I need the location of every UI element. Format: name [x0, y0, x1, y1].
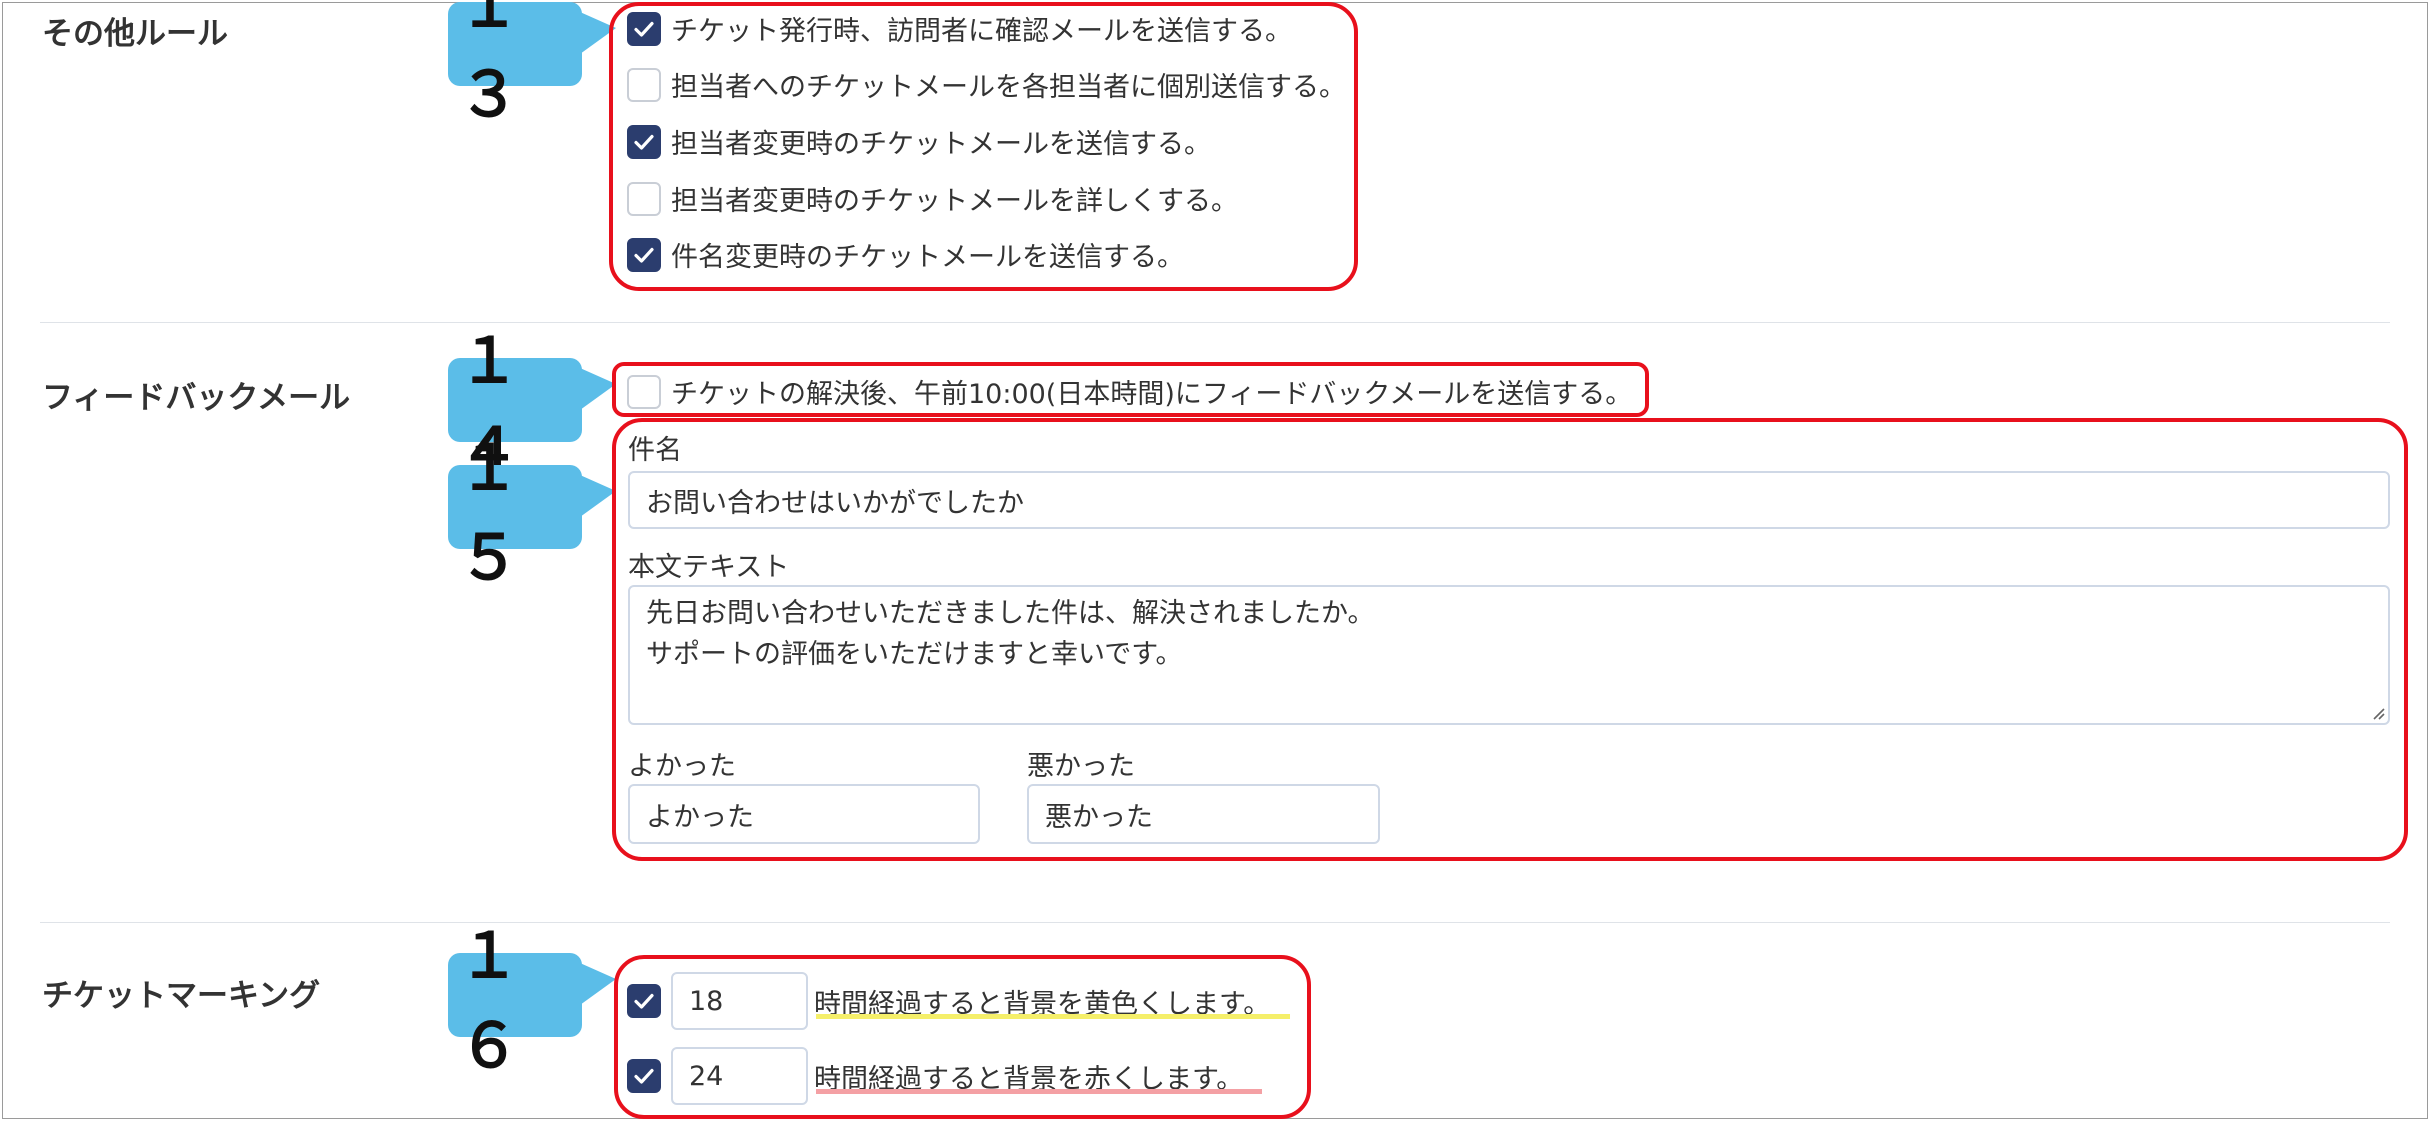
- hours-value: 24: [689, 1060, 724, 1092]
- callout-badge-16: １６: [448, 919, 616, 1082]
- callout-tail: [580, 475, 616, 517]
- checkbox-checked[interactable]: [627, 237, 661, 272]
- check-icon: [634, 21, 654, 37]
- option-subject-change-mail[interactable]: 件名変更時のチケットメールを送信する。: [627, 235, 1184, 274]
- hours-input[interactable]: 24: [671, 1047, 808, 1105]
- subject-value: お問い合わせはいかがでしたか: [646, 487, 1024, 519]
- option-assignee-change-mail[interactable]: 担当者変更時のチケットメールを送信する。: [627, 122, 1211, 161]
- body-textarea[interactable]: 先日お問い合わせいただきました件は、解決されましたか。 サポートの評価をいただけ…: [628, 585, 2390, 725]
- marking-rule-yellow[interactable]: 18 時間経過すると背景を黄色くします。: [627, 972, 1270, 1030]
- option-label: 件名変更時のチケットメールを送信する。: [671, 242, 1184, 273]
- marking-rule-red[interactable]: 24 時間経過すると背景を赤くします。: [627, 1047, 1243, 1105]
- checkbox-checked[interactable]: [627, 984, 661, 1018]
- option-label: 担当者変更時のチケットメールを詳しくする。: [671, 186, 1238, 217]
- subject-input[interactable]: お問い合わせはいかがでしたか: [628, 471, 2390, 529]
- section-title-other-rules: その他ルール: [42, 16, 228, 52]
- section-divider: [40, 922, 2390, 923]
- callout-number: １６: [458, 919, 535, 1082]
- good-value: よかった: [646, 801, 754, 833]
- bad-label: 悪かった: [1027, 751, 1135, 782]
- check-icon: [634, 247, 654, 263]
- subject-label: 件名: [628, 435, 682, 466]
- body-label: 本文テキスト: [628, 552, 790, 583]
- body-line: 先日お問い合わせいただきました件は、解決されましたか。: [646, 598, 1375, 629]
- option-label: チケット発行時、訪問者に確認メールを送信する。: [671, 16, 1292, 47]
- hours-input[interactable]: 18: [671, 972, 808, 1030]
- option-confirm-mail[interactable]: チケット発行時、訪問者に確認メールを送信する。: [627, 9, 1292, 48]
- checkbox-unchecked[interactable]: [627, 67, 661, 102]
- section-title-feedback-mail: フィードバックメール: [42, 380, 351, 416]
- check-icon: [634, 993, 654, 1009]
- callout-badge-15: １５: [448, 431, 616, 594]
- checkbox-unchecked[interactable]: [627, 374, 661, 409]
- checkbox-checked[interactable]: [627, 124, 661, 159]
- callout-tail: [580, 368, 616, 410]
- option-individual-mail[interactable]: 担当者へのチケットメールを各担当者に個別送信する。: [627, 65, 1346, 104]
- check-icon: [634, 1068, 654, 1084]
- resize-grip-icon[interactable]: [2371, 706, 2385, 720]
- good-label: よかった: [628, 751, 736, 782]
- option-label: 担当者変更時のチケットメールを送信する。: [671, 129, 1211, 160]
- hours-value: 18: [689, 985, 724, 1017]
- option-label: チケットの解決後、午前10:00(日本時間)にフィードバックメールを送信する。: [671, 379, 1633, 410]
- callout-tail: [580, 963, 616, 1005]
- check-icon: [634, 134, 654, 150]
- red-underline: [816, 1089, 1262, 1094]
- bad-input[interactable]: 悪かった: [1027, 784, 1380, 844]
- callout-number: １３: [458, 0, 535, 131]
- checkbox-checked[interactable]: [627, 1059, 661, 1093]
- yellow-underline: [816, 1014, 1290, 1019]
- section-title-ticket-marking: チケットマーキング: [42, 978, 321, 1014]
- option-detailed-mail[interactable]: 担当者変更時のチケットメールを詳しくする。: [627, 179, 1238, 218]
- body-line: サポートの評価をいただけますと幸いです。: [646, 639, 1183, 670]
- bad-value: 悪かった: [1045, 801, 1153, 833]
- checkbox-checked[interactable]: [627, 11, 661, 46]
- option-send-feedback-mail[interactable]: チケットの解決後、午前10:00(日本時間)にフィードバックメールを送信する。: [627, 372, 1632, 411]
- callout-number: １５: [458, 431, 535, 594]
- section-divider: [40, 322, 2390, 323]
- option-label: 担当者へのチケットメールを各担当者に個別送信する。: [671, 72, 1346, 103]
- checkbox-unchecked[interactable]: [627, 181, 661, 216]
- good-input[interactable]: よかった: [628, 784, 980, 844]
- callout-badge-13: １３: [448, 0, 616, 131]
